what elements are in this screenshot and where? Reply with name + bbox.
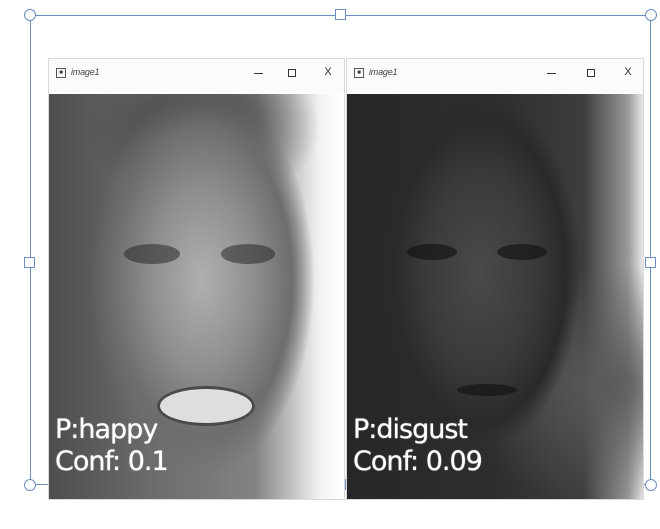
window-titlebar[interactable]: ■ image1 X [49,59,344,93]
window-title: image1 [71,67,100,77]
face-image-happy: P:happy Conf: 0.1 [49,94,344,499]
face-eye-right [497,244,547,260]
resize-handle-bottom-right[interactable] [645,479,657,491]
maximize-icon[interactable] [587,69,595,77]
window-app-icon: ■ [56,68,66,78]
prediction-label: P:disgust [353,414,468,445]
window-app-icon: ■ [354,68,364,78]
resize-handle-middle-right[interactable] [645,257,656,268]
face-eye-left [407,244,457,260]
resize-handle-top-center[interactable] [335,9,346,20]
close-icon[interactable]: X [621,66,635,78]
resize-handle-bottom-left[interactable] [24,479,36,491]
prediction-label: P:happy [55,414,158,445]
window-title: image1 [369,67,398,77]
resize-handle-middle-left[interactable] [24,257,35,268]
face-mouth [457,384,517,396]
face-eye-right [221,244,275,264]
resize-handle-top-left[interactable] [24,9,36,21]
minimize-icon[interactable] [254,73,263,74]
close-icon[interactable]: X [321,66,335,78]
image-window-disgust: ■ image1 X P:disgust Conf: 0.09 [346,58,644,500]
image-window-happy: ■ image1 X P:happy Conf: 0.1 [48,58,345,500]
resize-handle-top-right[interactable] [645,9,657,21]
maximize-icon[interactable] [288,69,296,77]
window-titlebar[interactable]: ■ image1 X [347,59,643,93]
face-eye-left [124,244,180,264]
confidence-label: Conf: 0.09 [353,446,483,477]
face-mouth [157,386,255,426]
face-image-disgust: P:disgust Conf: 0.09 [347,94,643,499]
minimize-icon[interactable] [547,73,556,74]
confidence-label: Conf: 0.1 [55,446,169,477]
